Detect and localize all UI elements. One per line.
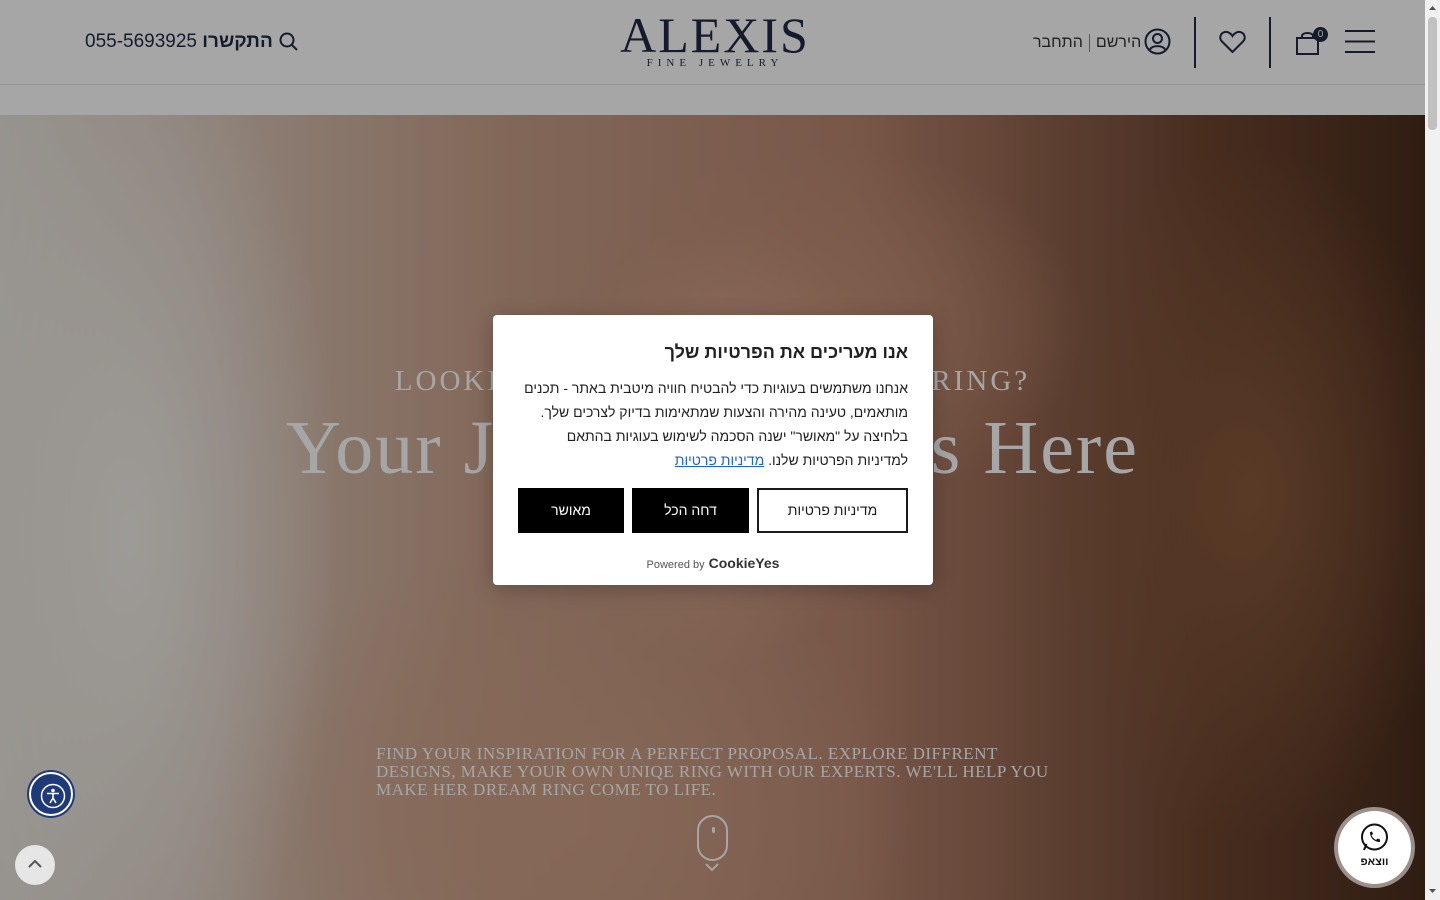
accessibility-icon [40,783,66,809]
whatsapp-button[interactable]: ווצאפ [1338,811,1411,884]
powered-by: Powered by CookieYes [493,555,933,571]
accept-button[interactable]: מאושר [518,488,624,533]
back-to-top-button[interactable] [15,845,55,885]
reject-all-button[interactable]: דחה הכל [632,488,749,533]
scroll-down-arrow-icon[interactable] [1428,886,1437,896]
scrollbar-thumb[interactable] [1428,17,1437,130]
whatsapp-icon [1361,823,1388,851]
accessibility-button[interactable] [29,772,73,816]
page-scrollbar[interactable] [1425,0,1440,900]
cookie-consent-modal: אנו מעריכים את הפרטיות שלך אנחנו משתמשים… [493,315,933,585]
privacy-policy-link[interactable]: מדיניות פרטיות [675,452,764,468]
privacy-policy-button[interactable]: מדיניות פרטיות [757,488,908,533]
powered-by-label: Powered by [646,559,705,571]
scroll-up-arrow-icon[interactable] [1428,3,1437,13]
cookieyes-logo[interactable]: CookieYes [709,555,780,571]
chevron-up-icon [28,859,42,868]
whatsapp-label: ווצאפ [1360,856,1389,868]
cookie-modal-title: אנו מעריכים את הפרטיות שלך [664,342,908,362]
cookie-modal-body: אנחנו משתמשים בעוגיות כדי להבטיח חוויה מ… [516,376,908,472]
